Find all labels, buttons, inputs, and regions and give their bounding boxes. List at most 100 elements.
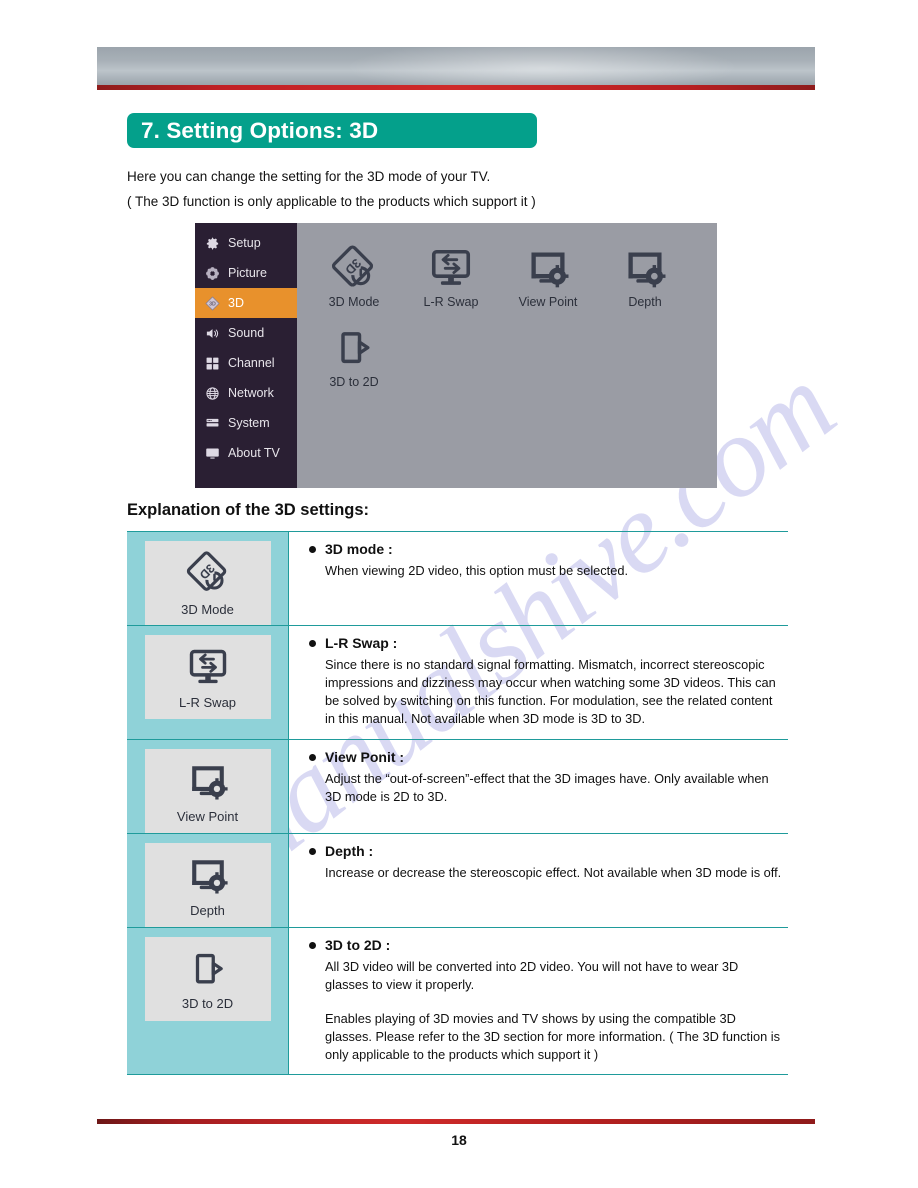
sidebar-item-channel[interactable]: Channel (195, 348, 297, 378)
row-icon-cell: 3D to 2D (127, 927, 288, 1075)
osd-tile-lr-swap[interactable]: L-R Swap (404, 245, 498, 309)
table-row: View Point View Ponit : Adjust the “out-… (127, 738, 788, 833)
icon-tile-3d-mode: 3D 3D Mode (144, 541, 271, 625)
icon-tile-label: Depth (190, 902, 225, 918)
sidebar-label-setup: Setup (228, 236, 261, 250)
sidebar-item-setup[interactable]: Setup (195, 228, 297, 258)
setting-description: Adjust the “out-of-screen”-effect that t… (325, 770, 769, 804)
setting-description-extra: Enables playing of 3D movies and TV show… (325, 1010, 780, 1063)
page-title: 7. Setting Options: 3D (141, 117, 379, 143)
osd-content-area: 3D 3D Mode L-R Swap View Point Depth 3D … (297, 223, 717, 488)
icon-tile-3d-to-2d: 3D to 2D (144, 936, 271, 1021)
sidebar-label-about-tv: About TV (228, 446, 280, 460)
icon-tile-label: 3D Mode (181, 602, 234, 617)
3d-mode-icon: 3D (185, 551, 231, 597)
osd-tile-label-3d-mode: 3D Mode (328, 295, 380, 309)
table-row: Depth Depth : Increase or decrease the s… (127, 832, 788, 927)
sidebar-label-3d: 3D (228, 296, 244, 310)
page-number: 18 (451, 1132, 467, 1148)
3d-to-2d-icon (307, 325, 401, 373)
bullet-dot-icon (309, 753, 316, 761)
bullet-heading: Depth : (309, 843, 782, 859)
icon-tile-depth: Depth (144, 842, 271, 927)
3d-to-2d-icon (187, 949, 229, 991)
row-icon-cell: 3D 3D Mode (127, 532, 288, 625)
view-point-icon (501, 245, 595, 293)
depth-icon (186, 854, 230, 898)
sidebar-item-about-tv[interactable]: About TV (195, 438, 297, 468)
manual-page: manualshive.com 7. Setting Options: 3D H… (0, 0, 918, 1188)
osd-tile-view-point[interactable]: View Point (501, 245, 595, 309)
depth-icon (598, 245, 692, 293)
svg-text:3D: 3D (209, 301, 216, 307)
speaker-icon (206, 328, 219, 338)
icon-tile-view-point: View Point (144, 748, 271, 833)
row-text-cell: 3D mode : When viewing 2D video, this op… (288, 532, 788, 625)
header-sheen (97, 47, 815, 85)
osd-tile-3d-mode[interactable]: 3D 3D Mode (307, 245, 401, 309)
setting-title: 3D mode : (325, 541, 393, 557)
icon-tile-label: View Point (176, 808, 239, 824)
header-red-rule (97, 85, 815, 90)
sidebar-label-network: Network (228, 386, 274, 400)
bullet-dot-icon (309, 546, 316, 553)
bullet-heading: View Ponit : (309, 749, 782, 765)
sidebar-label-channel: Channel (228, 356, 275, 370)
setting-title: 3D to 2D : (325, 936, 391, 953)
sidebar-label-system: System (228, 416, 270, 430)
osd-tile-label-view-point: View Point (518, 295, 578, 309)
lr-swap-icon (186, 646, 230, 690)
gear-icon (206, 237, 219, 249)
row-text-cell: L-R Swap : Since there is no standard si… (288, 626, 788, 739)
osd-tile-label-lr-swap: L-R Swap (423, 295, 479, 309)
osd-sidebar: Setup Picture 3D 3D Sound Channel Networ… (195, 223, 310, 488)
row-icon-cell: Depth (127, 833, 288, 927)
flower-icon (206, 266, 219, 280)
row-text-cell: Depth : Increase or decrease the stereos… (288, 833, 788, 927)
bullet-dot-icon (309, 941, 316, 949)
row-text-cell: 3D to 2D : All 3D video will be converte… (288, 927, 788, 1075)
setting-description: Increase or decrease the stereoscopic ef… (325, 864, 782, 880)
bullet-dot-icon (309, 640, 316, 647)
table-row: 3D 3D Mode 3D mode : When viewing 2D vid… (127, 531, 788, 625)
row-text-cell: View Ponit : Adjust the “out-of-screen”-… (288, 739, 788, 833)
section-title-pill: 7. Setting Options: 3D (127, 113, 537, 148)
bullet-dot-icon (309, 847, 316, 855)
table-row: L-R Swap L-R Swap : Since there is no st… (127, 625, 788, 739)
bullet-heading: 3D to 2D : (309, 937, 782, 953)
setting-title: Depth : (325, 842, 374, 859)
icon-tile-lr-swap: L-R Swap (144, 635, 271, 719)
diamond-3d-icon: 3D (205, 295, 220, 311)
table-row: 3D to 2D 3D to 2D : All 3D video will be… (127, 926, 788, 1076)
setting-title: L-R Swap : (325, 635, 398, 651)
setting-description: All 3D video will be converted into 2D v… (325, 958, 739, 992)
sidebar-item-system[interactable]: System (195, 408, 297, 438)
setting-description: When viewing 2D video, this option must … (325, 563, 629, 578)
explanation-table: 3D 3D Mode 3D mode : When viewing 2D vid… (127, 531, 788, 1076)
icon-tile-label: L-R Swap (178, 695, 237, 710)
grid-icon (206, 357, 219, 369)
page-header-banner (97, 47, 815, 85)
setting-title: View Ponit : (325, 748, 405, 765)
tv-osd-screenshot: Setup Picture 3D 3D Sound Channel Networ… (195, 223, 717, 488)
osd-tile-3d-to-2d[interactable]: 3D to 2D (307, 325, 401, 389)
row-icon-cell: View Point (127, 739, 288, 833)
sidebar-label-picture: Picture (228, 266, 267, 280)
server-icon (206, 418, 219, 426)
osd-tile-depth[interactable]: Depth (598, 245, 692, 309)
globe-icon (206, 386, 219, 400)
bullet-heading: 3D mode : (309, 541, 782, 557)
sidebar-item-picture[interactable]: Picture (195, 258, 297, 288)
bullet-heading: L-R Swap : (309, 635, 782, 651)
osd-tile-label-depth: Depth (628, 295, 662, 309)
sidebar-item-3d[interactable]: 3D 3D (195, 288, 310, 318)
icon-tile-label: 3D to 2D (181, 995, 234, 1011)
lr-swap-icon (404, 245, 498, 293)
view-point-icon (186, 760, 230, 804)
monitor-icon (206, 448, 219, 459)
sidebar-item-sound[interactable]: Sound (195, 318, 297, 348)
sidebar-item-network[interactable]: Network (195, 378, 297, 408)
3d-mode-icon: 3D (307, 245, 401, 293)
osd-tile-label-3d-to-2d: 3D to 2D (329, 375, 379, 389)
sidebar-label-sound: Sound (228, 326, 265, 340)
